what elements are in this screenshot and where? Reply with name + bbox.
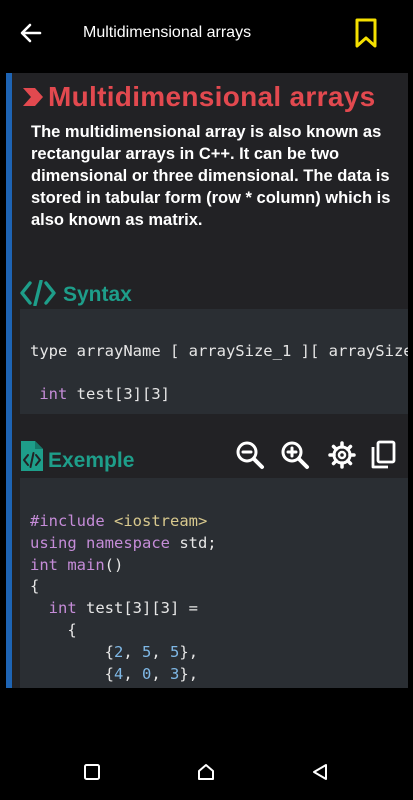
code-text: std;	[169, 533, 217, 552]
bookmark-icon[interactable]	[352, 17, 380, 49]
recent-apps-icon[interactable]	[82, 762, 102, 782]
code-line: using namespace std;	[30, 533, 217, 555]
zoom-in-icon[interactable]	[280, 440, 310, 470]
arrow-left-icon[interactable]	[18, 20, 44, 46]
syntax-section-title: Syntax	[63, 283, 132, 306]
code-function: main	[58, 555, 105, 574]
page-title: Multidimensional arrays	[83, 24, 252, 41]
code-line: #include <iostream>	[30, 511, 217, 533]
home-icon[interactable]	[196, 762, 216, 782]
code-number: 5	[170, 642, 180, 661]
zoom-out-icon[interactable]	[235, 440, 265, 470]
code-line: int main()	[30, 555, 217, 577]
chevron-marker-icon	[23, 88, 43, 106]
example-section-title: Exemple	[48, 449, 135, 472]
code-line: int test[3][3] =	[30, 598, 217, 620]
app-bar: Multidimensional arrays	[0, 0, 413, 68]
code-brackets-icon	[20, 280, 56, 306]
accent-stripe	[6, 73, 12, 688]
article-heading: Multidimensional arrays	[48, 81, 376, 112]
code-text: test[3][3] =	[76, 599, 198, 618]
code-number: 2	[114, 642, 124, 661]
gear-icon[interactable]	[327, 440, 357, 470]
code-number: 0	[142, 664, 152, 683]
code-line: {2, 5, 5},	[30, 642, 199, 661]
syntax-code-block[interactable]: type arrayName [ arraySize_1 ][ arraySiz…	[20, 309, 408, 414]
code-header: <iostream>	[114, 512, 208, 530]
code-text: ()	[104, 555, 124, 574]
code-text: {	[67, 620, 77, 639]
example-code: #include <iostream> using namespace std; i…	[30, 511, 217, 685]
code-line: {	[30, 577, 40, 596]
code-directive: #include	[30, 512, 105, 530]
article-description: The multidimensional array is also known…	[31, 123, 391, 229]
system-nav-bar	[0, 740, 413, 800]
syntax-line: type arrayName [ arraySize_1 ][ arraySiz…	[30, 342, 408, 360]
code-keyword: int	[30, 555, 58, 574]
code-number: 5	[142, 642, 152, 661]
code-text: test[3][3]	[67, 385, 170, 403]
copy-icon[interactable]	[369, 440, 399, 470]
code-keyword: int	[48, 599, 77, 618]
code-number: 3	[170, 664, 180, 683]
code-file-icon	[21, 441, 43, 471]
code-number: 4	[114, 664, 124, 683]
article-content[interactable]: Multidimensional arrays The multidimensi…	[6, 73, 408, 688]
example-code-block[interactable]: #include <iostream> using namespace std; i…	[20, 478, 408, 688]
code-line: {	[30, 620, 217, 642]
code-keyword: using namespace	[30, 533, 170, 552]
back-triangle-icon[interactable]	[310, 762, 330, 782]
code-keyword: int	[39, 385, 68, 403]
syntax-example-line: int test[3][3]	[30, 385, 170, 403]
code-line: {4, 0, 3},	[30, 664, 199, 683]
